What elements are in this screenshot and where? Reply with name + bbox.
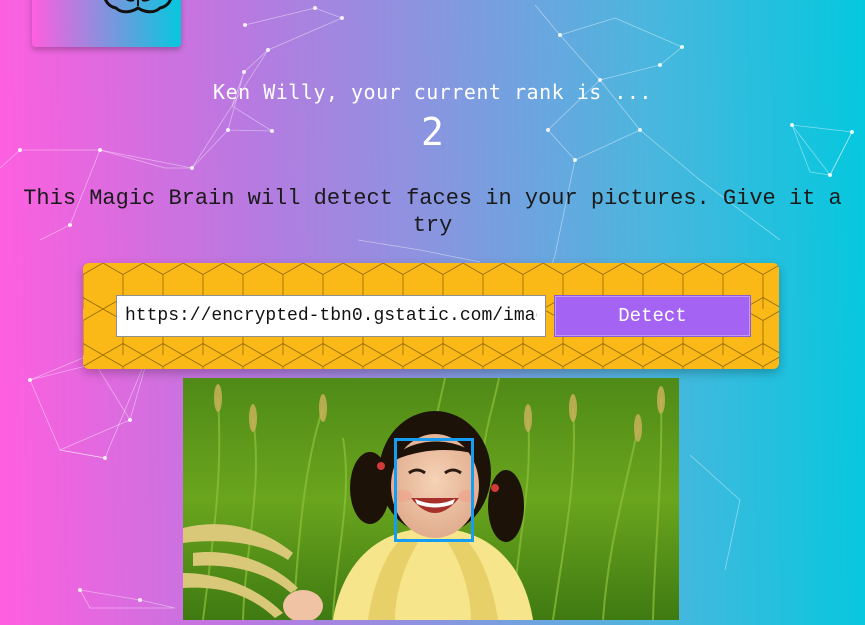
- face-bounding-box: [394, 438, 474, 542]
- image-link-form: Detect: [83, 263, 779, 369]
- result-image: [183, 378, 679, 620]
- brain-icon: [104, 0, 172, 14]
- logo-card: [32, 0, 181, 47]
- rank-message: Ken Willy, your current rank is ...: [213, 80, 652, 104]
- image-url-input[interactable]: [116, 295, 546, 337]
- rank-value: 2: [421, 110, 444, 154]
- app-description: This Magic Brain will detect faces in yo…: [23, 186, 842, 238]
- detect-button[interactable]: Detect: [554, 295, 751, 337]
